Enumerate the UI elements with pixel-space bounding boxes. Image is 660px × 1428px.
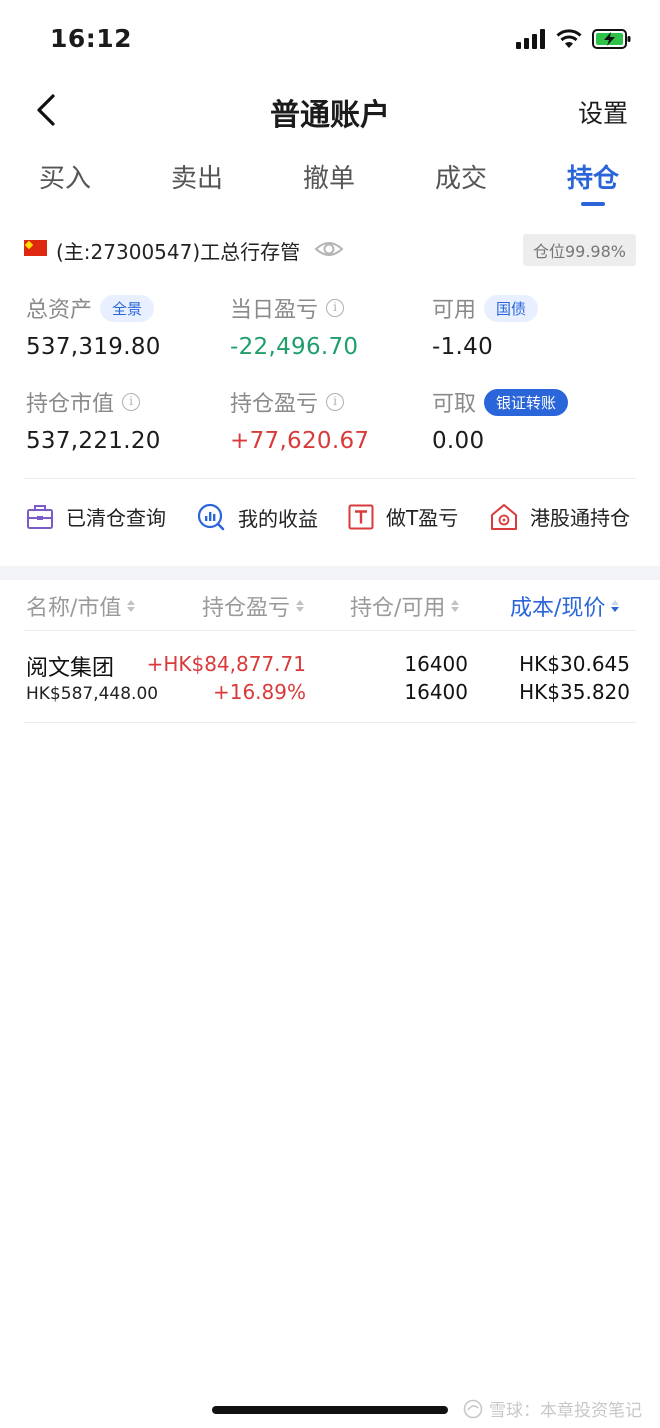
stat-total-assets: 总资产 全景 537,319.80 [26, 292, 161, 360]
sort-cost-price-header[interactable]: 成本/现价 [510, 590, 620, 622]
header-label: 持仓盈亏 [202, 596, 291, 621]
stock-name: 阅文集团 [26, 656, 115, 681]
status-icons [516, 28, 632, 50]
signal-icon [516, 29, 545, 49]
hk-connect-positions-shortcut[interactable]: 港股通持仓 [490, 502, 630, 531]
holdings-table-header: 名称/市值 持仓盈亏 持仓/可用 成本/现价 [0, 590, 660, 628]
stat-market-value: 持仓市值 i 537,221.20 [26, 386, 161, 454]
snowball-logo-icon [463, 1399, 483, 1418]
info-icon[interactable]: i [326, 299, 345, 317]
pnl-amount: +HK$84,877.71 [146, 652, 306, 676]
shortcut-bar: 已清仓查询 我的收益 做T盈亏 港股通持仓 [0, 502, 660, 546]
stat-label: 持仓市值 [26, 392, 115, 417]
account-name[interactable]: (主:27300547)工总行存管 [56, 236, 300, 265]
pnl-percent: +16.89% [212, 680, 306, 704]
stat-label: 总资产 [26, 298, 93, 323]
stat-label: 当日盈亏 [230, 298, 319, 323]
settings-button[interactable]: 设置 [578, 94, 628, 130]
info-icon[interactable]: i [326, 393, 345, 411]
tab-buy[interactable]: 买入 [20, 158, 110, 195]
divider [24, 630, 636, 631]
shortcut-label: 我的收益 [238, 506, 318, 531]
cleared-positions-shortcut[interactable]: 已清仓查询 [26, 502, 166, 531]
stat-value: 0.00 [432, 428, 485, 454]
shortcut-label: 已清仓查询 [66, 506, 166, 530]
my-earnings-shortcut[interactable]: 我的收益 [196, 502, 318, 532]
watermark: 雪球：本章投资笔记 [463, 1396, 642, 1421]
stat-label: 可用 [432, 298, 477, 323]
t-trade-pnl-shortcut[interactable]: 做T盈亏 [348, 502, 458, 531]
stat-daily-pnl: 当日盈亏 i -22,496.70 [230, 292, 358, 360]
tab-cancel[interactable]: 撤单 [284, 158, 374, 195]
bank-transfer-button[interactable]: 银证转账 [484, 388, 569, 416]
current-price: HK$35.820 [519, 680, 630, 704]
status-time: 16:12 [50, 24, 133, 53]
china-flag-icon [24, 240, 47, 256]
sort-icon [451, 600, 460, 612]
header-label: 名称/市值 [26, 596, 122, 621]
divider [24, 478, 636, 479]
stat-value: 537,319.80 [26, 334, 161, 360]
stat-value: -1.40 [432, 334, 494, 360]
t-box-icon [348, 504, 374, 529]
sort-pnl-header[interactable]: 持仓盈亏 [202, 590, 305, 622]
position-ratio-badge: 仓位99.98% [522, 234, 636, 266]
stat-available: 可用 国债 -1.40 [432, 292, 539, 360]
row-divider [24, 722, 636, 723]
sort-icon [296, 600, 305, 612]
home-indicator[interactable] [212, 1406, 448, 1414]
stat-withdrawable: 可取 银证转账 0.00 [432, 386, 569, 454]
stat-value: -22,496.70 [230, 334, 359, 360]
chart-search-icon [197, 503, 225, 531]
sort-icon [127, 600, 136, 612]
header-label: 成本/现价 [510, 596, 606, 621]
active-tab-indicator [581, 202, 605, 206]
available-quantity: 16400 [404, 680, 468, 704]
tab-positions[interactable]: 持仓 [548, 158, 638, 195]
stat-label: 可取 [432, 392, 477, 417]
info-icon[interactable]: i [122, 393, 141, 411]
section-separator [0, 566, 660, 580]
hk-flower-icon [491, 503, 517, 530]
briefcase-icon [27, 504, 53, 529]
page-title: 普通账户 [270, 98, 390, 133]
status-bar: 16:12 [0, 0, 660, 78]
header-label: 持仓/可用 [350, 596, 446, 621]
treasury-bond-pill-button[interactable]: 国债 [484, 294, 539, 322]
table-row[interactable]: 阅文集团 HK$587,448.00 +HK$84,877.71 +16.89%… [24, 648, 636, 708]
overview-pill-button[interactable]: 全景 [100, 294, 155, 322]
account-row: (主:27300547)工总行存管 仓位99.98% [24, 232, 636, 268]
watermark-text: 雪球：本章投资笔记 [489, 1401, 642, 1421]
holding-quantity: 16400 [404, 652, 468, 676]
battery-charging-icon [592, 29, 631, 49]
stat-position-pnl: 持仓盈亏 i +77,620.67 [230, 386, 369, 454]
eye-icon[interactable] [314, 238, 344, 260]
shortcut-label: 港股通持仓 [530, 506, 630, 530]
cost-price: HK$30.645 [519, 652, 630, 676]
sort-name-value-header[interactable]: 名称/市值 [26, 590, 136, 622]
tab-sell[interactable]: 卖出 [152, 158, 242, 195]
sort-desc-icon [611, 600, 620, 612]
trade-tabs: 买入 卖出 撤单 成交 持仓 [0, 158, 660, 210]
shortcut-label: 做T盈亏 [386, 506, 459, 530]
stat-value: +77,620.67 [230, 428, 370, 454]
stat-label: 持仓盈亏 [230, 392, 319, 417]
sort-holding-available-header[interactable]: 持仓/可用 [350, 590, 460, 622]
wifi-icon [556, 29, 582, 48]
tab-deals[interactable]: 成交 [416, 158, 506, 195]
stat-value: 537,221.20 [26, 428, 161, 454]
stock-market-value: HK$587,448.00 [26, 684, 159, 704]
nav-bar: 普通账户 设置 [0, 80, 660, 142]
